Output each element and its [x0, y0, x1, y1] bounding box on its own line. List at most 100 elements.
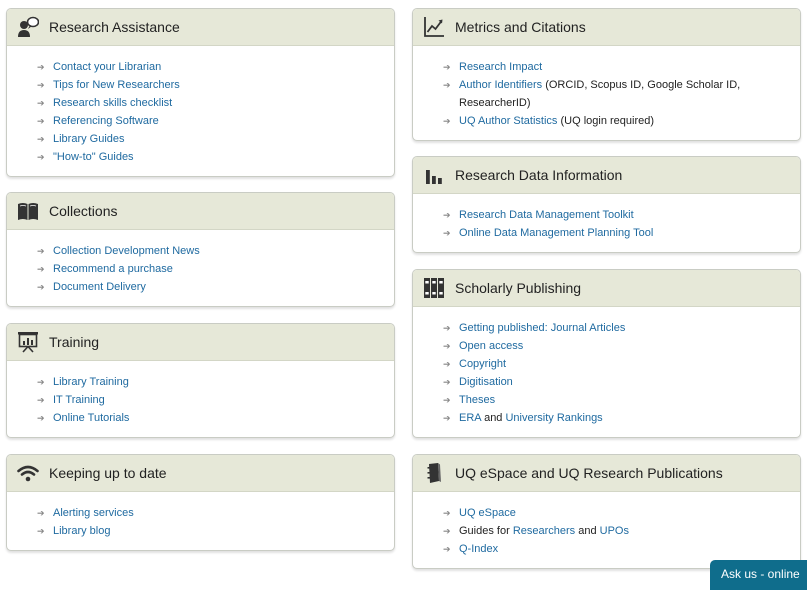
list-item: ➔ ERA and University Rankings — [443, 412, 603, 424]
book-icon — [17, 200, 39, 222]
list-item: ➔ Open access — [443, 340, 524, 352]
copyright-link[interactable]: Copyright — [459, 358, 506, 370]
link-list: ➔ Alerting services ➔ Library blog — [7, 492, 394, 540]
list-item: ➔ Q-Index — [443, 543, 499, 555]
bar-chart-icon — [423, 164, 445, 186]
espace-panel: UQ eSpace and UQ Research Publications ➔… — [412, 454, 801, 569]
guides-for-text: Guides for — [459, 525, 513, 537]
panel-title: Research Data Information — [455, 167, 623, 183]
metrics-panel: Metrics and Citations ➔ Research Impact ➔… — [412, 8, 801, 141]
list-item: ➔ Research skills checklist — [37, 97, 173, 109]
it-training-link[interactable]: IT Training — [53, 394, 105, 406]
panel-title: UQ eSpace and UQ Research Publications — [455, 465, 723, 481]
panel-header: Training — [7, 324, 394, 361]
research-data-panel: Research Data Information ➔ Research Data… — [412, 156, 801, 253]
research-assistance-panel: Research Assistance ➔ Contact your Librar… — [6, 8, 395, 177]
and-text: and — [481, 412, 506, 424]
library-blog-link[interactable]: Library blog — [53, 525, 110, 537]
list-item: ➔ UQ eSpace — [443, 507, 516, 519]
panel-header: Collections — [7, 193, 394, 230]
upos-link[interactable]: UPOs — [600, 525, 629, 537]
panel-header: Keeping up to date — [7, 455, 394, 492]
panel-header: Research Assistance — [7, 9, 394, 46]
data-management-planning-tool-link[interactable]: Online Data Management Planning Tool — [459, 227, 653, 239]
panel-header: UQ eSpace and UQ Research Publications — [413, 455, 800, 492]
panel-title: Scholarly Publishing — [455, 280, 582, 296]
list-item: ➔ Research Data Management Toolkit — [443, 209, 634, 221]
list-item: ➔ "How-to" Guides — [37, 151, 134, 163]
university-rankings-link[interactable]: University Rankings — [505, 412, 602, 424]
scholarly-publishing-panel: Scholarly Publishing ➔ Getting published:… — [412, 269, 801, 438]
list-item: ➔ Tips for New Researchers — [37, 79, 180, 91]
list-item: ➔ IT Training — [37, 394, 105, 406]
author-identifiers-link[interactable]: Author Identifiers — [459, 79, 542, 91]
online-tutorials-link[interactable]: Online Tutorials — [53, 412, 129, 424]
list-item: ➔ Library Training — [37, 376, 129, 388]
uq-author-statistics-note: (UQ login required) — [557, 115, 655, 127]
contact-librarian-link[interactable]: Contact your Librarian — [53, 61, 161, 73]
list-item: ➔ Library Guides — [37, 133, 125, 145]
list-item: ➔ Referencing Software — [37, 115, 159, 127]
list-item: ➔ Guides for Researchers and UPOs — [443, 525, 629, 537]
research-skills-checklist-link[interactable]: Research skills checklist — [53, 97, 172, 109]
library-guides-link[interactable]: Library Guides — [53, 133, 125, 145]
q-index-link[interactable]: Q-Index — [459, 543, 498, 555]
library-training-link[interactable]: Library Training — [53, 376, 129, 388]
list-item: ➔ Library blog — [37, 525, 111, 537]
wifi-icon — [17, 462, 39, 484]
link-list: ➔ Getting published: Journal Articles ➔ Op… — [413, 307, 800, 427]
collections-panel: Collections ➔ Collection Development News… — [6, 192, 395, 307]
link-list: ➔ Contact your Librarian ➔ Tips for New Re… — [7, 46, 394, 166]
list-item: ➔ UQ Author Statistics (UQ login required… — [443, 115, 655, 127]
panel-title: Collections — [49, 203, 118, 219]
document-delivery-link[interactable]: Document Delivery — [53, 281, 146, 293]
phone-book-icon — [423, 462, 445, 484]
collection-development-news-link[interactable]: Collection Development News — [53, 245, 200, 257]
getting-published-link[interactable]: Getting published: Journal Articles — [459, 322, 625, 334]
era-link[interactable]: ERA — [459, 412, 481, 424]
list-item: ➔ Research Impact — [443, 61, 543, 73]
list-item: ➔ Theses — [443, 394, 496, 406]
presentation-icon — [17, 331, 39, 353]
link-list: ➔ Collection Development News ➔ Recommend … — [7, 230, 394, 296]
recommend-purchase-link[interactable]: Recommend a purchase — [53, 263, 173, 275]
digitisation-link[interactable]: Digitisation — [459, 376, 513, 388]
panel-header: Scholarly Publishing — [413, 270, 800, 307]
uq-author-statistics-link[interactable]: UQ Author Statistics — [459, 115, 557, 127]
panel-title: Keeping up to date — [49, 465, 167, 481]
link-list: ➔ UQ eSpace ➔ Guides for Researchers and U… — [413, 492, 800, 558]
link-list: ➔ Library Training ➔ IT Training ➔ Online T… — [7, 361, 394, 427]
ask-us-online-button[interactable]: Ask us - online — [710, 560, 807, 590]
user-speech-icon — [17, 16, 39, 38]
panel-title: Training — [49, 334, 100, 350]
list-item: ➔ Getting published: Journal Articles — [443, 322, 626, 334]
how-to-guides-link[interactable]: "How-to" Guides — [53, 151, 134, 163]
research-impact-link[interactable]: Research Impact — [459, 61, 542, 73]
list-item: ➔ Alerting services — [37, 507, 134, 519]
alerting-services-link[interactable]: Alerting services — [53, 507, 134, 519]
open-access-link[interactable]: Open access — [459, 340, 523, 352]
list-item: ➔ Author Identifiers (ORCID, Scopus ID, G… — [443, 79, 741, 109]
panel-title: Metrics and Citations — [455, 19, 586, 35]
binders-icon — [423, 277, 445, 299]
list-item: ➔ Document Delivery — [37, 281, 146, 293]
and-text: and — [575, 525, 600, 537]
panel-header: Research Data Information — [413, 157, 800, 194]
panel-title: Research Assistance — [49, 19, 180, 35]
rdm-toolkit-link[interactable]: Research Data Management Toolkit — [459, 209, 634, 221]
link-list: ➔ Research Impact ➔ Author Identifiers (OR… — [413, 46, 800, 130]
uq-espace-link[interactable]: UQ eSpace — [459, 507, 516, 519]
list-item: ➔ Digitisation — [443, 376, 513, 388]
list-item: ➔ Online Tutorials — [37, 412, 130, 424]
line-chart-icon — [423, 16, 445, 38]
panel-header: Metrics and Citations — [413, 9, 800, 46]
researchers-link[interactable]: Researchers — [513, 525, 575, 537]
tips-new-researchers-link[interactable]: Tips for New Researchers — [53, 79, 180, 91]
link-list: ➔ Research Data Management Toolkit ➔ Onlin… — [413, 194, 800, 242]
referencing-software-link[interactable]: Referencing Software — [53, 115, 159, 127]
training-panel: Training ➔ Library Training ➔ IT Training … — [6, 323, 395, 438]
theses-link[interactable]: Theses — [459, 394, 495, 406]
keeping-up-panel: Keeping up to date ➔ Alerting services ➔ L… — [6, 454, 395, 551]
list-item: ➔ Copyright — [443, 358, 507, 370]
list-item: ➔ Online Data Management Planning Tool — [443, 227, 654, 239]
